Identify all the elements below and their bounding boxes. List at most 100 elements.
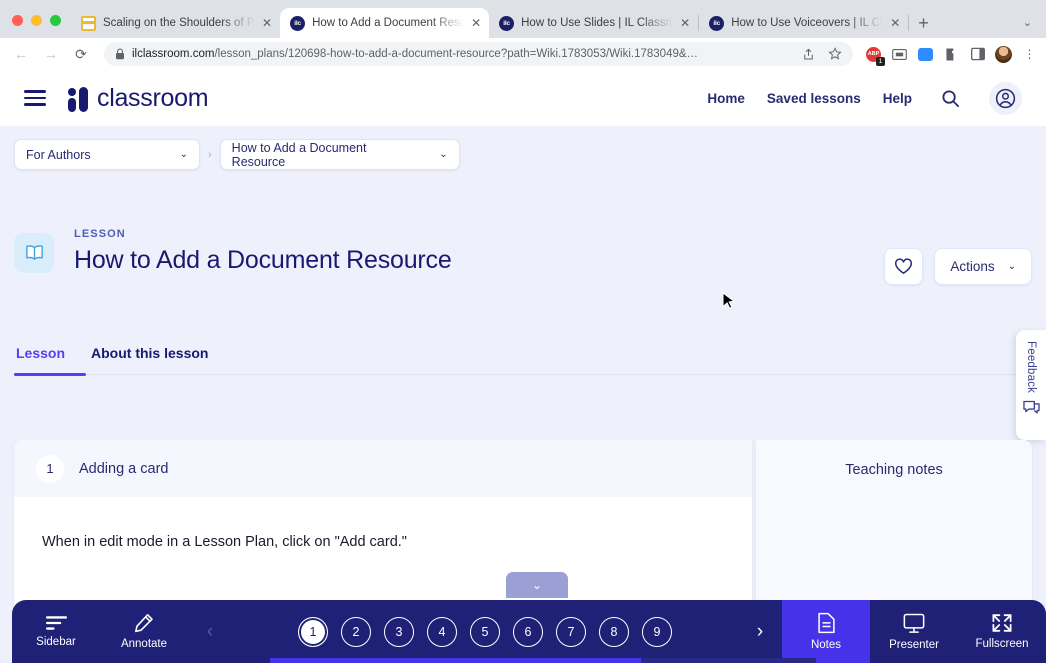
browser-tab-3[interactable]: ilc How to Use Slides | IL Classroo ✕ <box>489 8 698 38</box>
browser-tab-strip: Scaling on the Shoulders of Pa ✕ ilc How… <box>0 0 1046 38</box>
previous-page-button[interactable]: ‹ <box>188 600 232 663</box>
tabs-underline <box>14 372 1032 376</box>
search-icon[interactable] <box>934 82 967 115</box>
tab-about-this-lesson[interactable]: About this lesson <box>91 345 208 374</box>
fullscreen-label: Fullscreen <box>975 638 1029 650</box>
breadcrumb-label: For Authors <box>26 147 91 162</box>
star-icon[interactable] <box>828 47 842 61</box>
close-icon[interactable]: ✕ <box>890 17 900 29</box>
extension-icons: ABP 1 ⋮ <box>863 45 1038 66</box>
breadcrumb-dropdown-lesson[interactable]: How to Add a Document Resource ⌄ <box>219 139 460 170</box>
feedback-label: Feedback <box>1025 341 1037 394</box>
tab-search-icon[interactable]: ⌄ <box>1023 16 1046 38</box>
browser-tab-4[interactable]: ilc How to Use Voiceovers | IL Cla ✕ <box>699 8 908 38</box>
presenter-button[interactable]: Presenter <box>870 600 958 663</box>
tab-lesson[interactable]: Lesson <box>16 345 65 374</box>
puzzle-icon[interactable] <box>943 46 960 63</box>
card-body-text: When in edit mode in a Lesson Plan, clic… <box>42 534 407 550</box>
page-button-1[interactable]: 1 <box>298 616 328 647</box>
browser-tab-title: Scaling on the Shoulders of Pa <box>103 17 255 29</box>
speech-bubble-icon <box>1022 400 1040 414</box>
forward-icon[interactable]: → <box>38 41 64 67</box>
chevron-down-icon: ⌄ <box>439 149 448 160</box>
page-button-7[interactable]: 7 <box>556 616 586 647</box>
sidepanel-icon[interactable] <box>969 46 986 63</box>
il-mark-icon <box>68 84 88 112</box>
page-button-3[interactable]: 3 <box>384 616 414 647</box>
nav-item-saved-lessons[interactable]: Saved lessons <box>767 91 861 106</box>
close-icon[interactable]: ✕ <box>262 17 272 29</box>
browser-menu-icon[interactable]: ⋮ <box>1021 46 1038 63</box>
screenshot-icon[interactable] <box>891 46 908 63</box>
zoom-icon[interactable] <box>917 46 934 63</box>
notes-button[interactable]: Notes <box>782 600 870 663</box>
page-pager: 1 2 3 4 5 6 7 8 9 <box>232 600 738 663</box>
ilc-icon: ilc <box>499 15 515 31</box>
chevron-down-icon: ⌄ <box>179 149 188 160</box>
close-icon[interactable]: ✕ <box>680 17 690 29</box>
url-path: /lesson_plans/120698-how-to-add-a-docume… <box>214 48 699 60</box>
sidebar-label: Sidebar <box>36 636 76 648</box>
browser-tab-title: How to Use Slides | IL Classroo <box>521 17 674 29</box>
page-button-2[interactable]: 2 <box>341 616 371 647</box>
actions-label: Actions <box>950 259 995 274</box>
card-header: 1 Adding a card <box>14 440 752 497</box>
page-title: How to Add a Document Resource <box>74 246 452 274</box>
favorite-button[interactable] <box>884 248 924 285</box>
annotate-label: Annotate <box>120 638 168 650</box>
lines-icon <box>45 616 67 630</box>
address-bar[interactable]: ilclassroom.com/lesson_plans/120698-how-… <box>104 42 853 66</box>
minimize-window-button[interactable] <box>31 15 42 26</box>
fullscreen-button[interactable]: Fullscreen <box>958 600 1046 663</box>
pencil-icon <box>135 614 153 633</box>
browser-tab-2[interactable]: ilc How to Add a Document Resou ✕ <box>280 8 490 38</box>
scroll-down-button[interactable]: ⌄ <box>506 572 568 598</box>
breadcrumb: For Authors ⌄ › How to Add a Document Re… <box>14 139 460 170</box>
expand-icon <box>992 614 1012 632</box>
adblock-icon[interactable]: ABP 1 <box>865 46 885 66</box>
header-nav: Home Saved lessons Help <box>707 81 1022 115</box>
page-button-9[interactable]: 9 <box>642 616 672 647</box>
actions-button[interactable]: Actions ⌄ <box>934 248 1032 285</box>
browser-tab-title: How to Add a Document Resou <box>312 17 465 29</box>
page-button-4[interactable]: 4 <box>427 616 457 647</box>
close-window-button[interactable] <box>12 15 23 26</box>
back-icon[interactable]: ← <box>8 41 34 67</box>
toolbar-right-group: Notes Presenter Fullscreen <box>782 600 1046 663</box>
url-domain: ilclassroom.com <box>132 48 215 60</box>
maximize-window-button[interactable] <box>50 15 61 26</box>
brand-logo[interactable]: classroom <box>68 84 209 113</box>
annotate-button[interactable]: Annotate <box>100 600 188 663</box>
progress-track[interactable] <box>270 658 816 663</box>
window-traffic-lights <box>0 15 71 38</box>
page-button-5[interactable]: 5 <box>470 616 500 647</box>
lesson-tabs: Lesson About this lesson <box>14 345 1032 376</box>
new-tab-button[interactable]: + <box>909 14 938 38</box>
document-icon <box>817 612 835 634</box>
book-icon <box>14 233 54 273</box>
page-button-8[interactable]: 8 <box>599 616 629 647</box>
close-icon[interactable]: ✕ <box>471 17 481 29</box>
presentation-toolbar: Sidebar Annotate ‹ 1 2 3 4 5 6 7 8 9 › N… <box>12 600 1046 663</box>
progress-fill <box>270 658 642 663</box>
sidebar-button[interactable]: Sidebar <box>12 600 100 663</box>
reload-icon[interactable]: ⟳ <box>68 41 94 67</box>
lesson-header: LESSON How to Add a Document Resource <box>14 228 452 275</box>
share-icon[interactable] <box>802 48 815 61</box>
browser-toolbar: ← → ⟳ ilclassroom.com/lesson_plans/12069… <box>0 38 1046 70</box>
next-page-button[interactable]: › <box>738 600 782 663</box>
feedback-tab[interactable]: Feedback <box>1016 330 1046 440</box>
account-icon[interactable] <box>989 81 1022 115</box>
lock-icon <box>116 48 124 60</box>
hamburger-icon[interactable] <box>24 90 46 106</box>
avatar[interactable] <box>995 45 1012 63</box>
teaching-notes-title: Teaching notes <box>845 462 943 478</box>
page-button-6[interactable]: 6 <box>513 616 543 647</box>
nav-item-help[interactable]: Help <box>883 91 912 106</box>
notes-label: Notes <box>810 639 842 651</box>
adblock-badge: 1 <box>876 56 885 66</box>
sheets-icon <box>81 15 96 31</box>
browser-tab-1[interactable]: Scaling on the Shoulders of Pa ✕ <box>71 8 280 38</box>
breadcrumb-dropdown-for-authors[interactable]: For Authors ⌄ <box>14 139 200 170</box>
nav-item-home[interactable]: Home <box>707 91 745 106</box>
